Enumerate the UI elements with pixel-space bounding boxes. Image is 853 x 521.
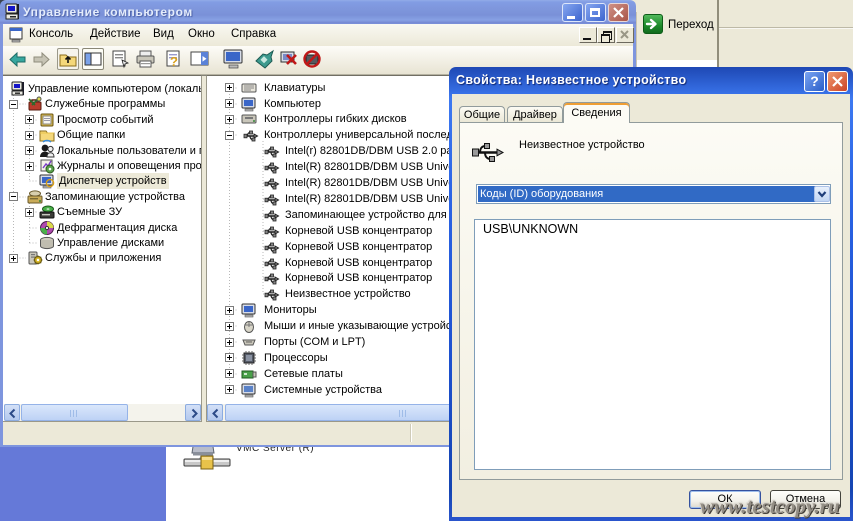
svg-text:?: ? (170, 54, 178, 69)
